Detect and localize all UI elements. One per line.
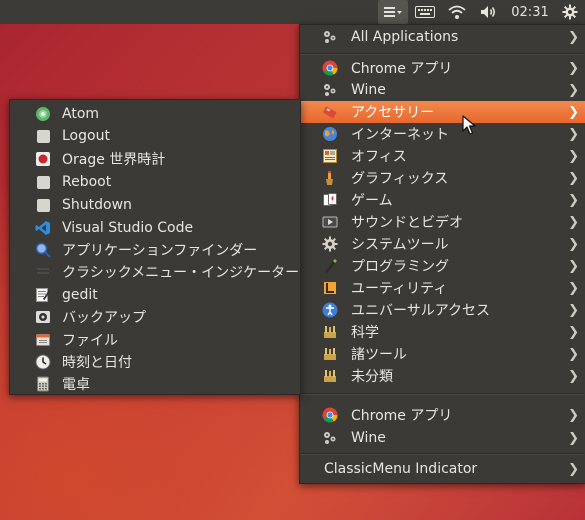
menu-item-accessories[interactable]: アクセサリー ❯ bbox=[300, 101, 585, 123]
submenu-item-files[interactable]: ファイル bbox=[10, 329, 300, 351]
menu-item-wine[interactable]: Wine ❯ bbox=[300, 79, 585, 101]
menu-item-office[interactable]: オフィス ❯ bbox=[300, 145, 585, 167]
chevron-right-icon: ❯ bbox=[568, 82, 579, 98]
vscode-icon bbox=[35, 220, 51, 236]
programming-icon bbox=[322, 258, 338, 274]
keyboard-icon[interactable] bbox=[412, 0, 438, 24]
gear-icon[interactable] bbox=[558, 0, 582, 24]
submenu-item-backup[interactable]: バックアップ bbox=[10, 306, 300, 328]
chevron-right-icon: ❯ bbox=[568, 430, 579, 446]
menu-separator bbox=[301, 53, 584, 55]
menu-item-programming[interactable]: プログラミング ❯ bbox=[300, 255, 585, 277]
menu-item-wine-2[interactable]: Wine ❯ bbox=[300, 427, 585, 449]
submenu-item-gedit[interactable]: gedit bbox=[10, 284, 300, 306]
menu-item-internet[interactable]: インターネット ❯ bbox=[300, 123, 585, 145]
menu-separator bbox=[301, 393, 584, 395]
menu-item-graphics[interactable]: グラフィックス ❯ bbox=[300, 167, 585, 189]
top-panel: 02:31 bbox=[0, 0, 585, 24]
menu-item-science[interactable]: 科学 ❯ bbox=[300, 321, 585, 343]
submenu-item-time-date[interactable]: 時刻と日付 bbox=[10, 351, 300, 373]
submenu-item-reboot[interactable]: Reboot bbox=[10, 171, 300, 193]
submenu-item-calculator[interactable]: 電卓 bbox=[10, 373, 300, 395]
menu-item-chrome-apps[interactable]: Chrome アプリ ❯ bbox=[300, 57, 585, 79]
chrome-icon bbox=[322, 60, 338, 76]
clock-icon bbox=[35, 354, 51, 370]
chevron-right-icon: ❯ bbox=[568, 302, 579, 318]
utilities-icon bbox=[322, 280, 338, 296]
chevron-right-icon: ❯ bbox=[568, 126, 579, 142]
menu-item-utilities[interactable]: ユーティリティ ❯ bbox=[300, 277, 585, 299]
chevron-right-icon: ❯ bbox=[568, 236, 579, 252]
chevron-right-icon: ❯ bbox=[568, 192, 579, 208]
menu-item-classicmenu-indicator[interactable]: ClassicMenu Indicator ❯ bbox=[300, 458, 585, 480]
menu-item-other-tools[interactable]: 諸ツール ❯ bbox=[300, 343, 585, 365]
reboot-icon bbox=[35, 174, 51, 190]
chrome-icon bbox=[322, 407, 338, 423]
wifi-icon[interactable] bbox=[444, 0, 470, 24]
atom-icon bbox=[35, 106, 51, 122]
orage-icon bbox=[35, 151, 51, 167]
mouse-cursor-icon bbox=[462, 115, 476, 139]
clock-indicator[interactable]: 02:31 bbox=[508, 0, 552, 24]
chevron-right-icon: ❯ bbox=[568, 324, 579, 340]
submenu-item-app-finder[interactable]: アプリケーションファインダー bbox=[10, 239, 300, 261]
chevron-right-icon: ❯ bbox=[568, 214, 579, 230]
internet-icon bbox=[322, 126, 338, 142]
chevron-right-icon: ❯ bbox=[568, 368, 579, 384]
menu-item-all-applications[interactable]: All Applications ❯ bbox=[300, 26, 585, 48]
classic-main-menu: All Applications ❯ Chrome アプリ ❯ Wine ❯ ア… bbox=[299, 24, 585, 484]
office-icon bbox=[322, 148, 338, 164]
classicmenu-icon bbox=[35, 264, 51, 280]
chevron-right-icon: ❯ bbox=[568, 29, 579, 45]
menu-item-games[interactable]: ゲーム ❯ bbox=[300, 189, 585, 211]
menu-item-chrome-apps-2[interactable]: Chrome アプリ ❯ bbox=[300, 404, 585, 426]
submenu-item-atom[interactable]: Atom bbox=[10, 103, 300, 125]
calculator-icon bbox=[35, 376, 51, 392]
chevron-right-icon: ❯ bbox=[568, 346, 579, 362]
chevron-right-icon: ❯ bbox=[568, 170, 579, 186]
menu-item-uncategorized[interactable]: 未分類 ❯ bbox=[300, 365, 585, 387]
submenu-item-orage-clock[interactable]: Orage 世界時計 bbox=[10, 148, 300, 170]
chevron-right-icon: ❯ bbox=[568, 280, 579, 296]
menu-separator bbox=[301, 453, 584, 455]
submenu-item-vscode[interactable]: Visual Studio Code bbox=[10, 217, 300, 239]
gedit-icon bbox=[35, 287, 51, 303]
other-tools-icon bbox=[322, 346, 338, 362]
app-finder-icon bbox=[35, 242, 51, 258]
sound-video-icon bbox=[322, 214, 338, 230]
science-icon bbox=[322, 324, 338, 340]
wine-icon bbox=[322, 82, 338, 98]
games-icon bbox=[322, 192, 338, 208]
submenu-item-classicmenu-indicator[interactable]: クラシックメニュー・インジケーター bbox=[10, 261, 300, 283]
submenu-item-shutdown[interactable]: Shutdown bbox=[10, 194, 300, 216]
chevron-right-icon: ❯ bbox=[568, 258, 579, 274]
files-icon bbox=[35, 332, 51, 348]
chevron-right-icon: ❯ bbox=[568, 104, 579, 120]
wine-icon bbox=[322, 430, 338, 446]
chevron-right-icon: ❯ bbox=[568, 60, 579, 76]
backup-icon bbox=[35, 309, 51, 325]
system-tools-icon bbox=[322, 236, 338, 252]
classicmenu-indicator-icon[interactable] bbox=[378, 0, 408, 24]
chevron-right-icon: ❯ bbox=[568, 148, 579, 164]
accessories-submenu: Atom Logout Orage 世界時計 Reboot Shutdown V… bbox=[9, 99, 301, 395]
chevron-right-icon: ❯ bbox=[568, 461, 579, 477]
shutdown-icon bbox=[35, 197, 51, 213]
chevron-right-icon: ❯ bbox=[568, 407, 579, 423]
logout-icon bbox=[35, 128, 51, 144]
volume-icon[interactable] bbox=[476, 0, 502, 24]
apps-icon bbox=[322, 29, 338, 45]
menu-item-system-tools[interactable]: システムツール ❯ bbox=[300, 233, 585, 255]
submenu-item-logout[interactable]: Logout bbox=[10, 125, 300, 147]
uncategorized-icon bbox=[322, 368, 338, 384]
menu-item-universal-access[interactable]: ユニバーサルアクセス ❯ bbox=[300, 299, 585, 321]
accessories-icon bbox=[322, 104, 338, 120]
accessibility-icon bbox=[322, 302, 338, 318]
graphics-icon bbox=[322, 170, 338, 186]
menu-item-sound-video[interactable]: サウンドとビデオ ❯ bbox=[300, 211, 585, 233]
